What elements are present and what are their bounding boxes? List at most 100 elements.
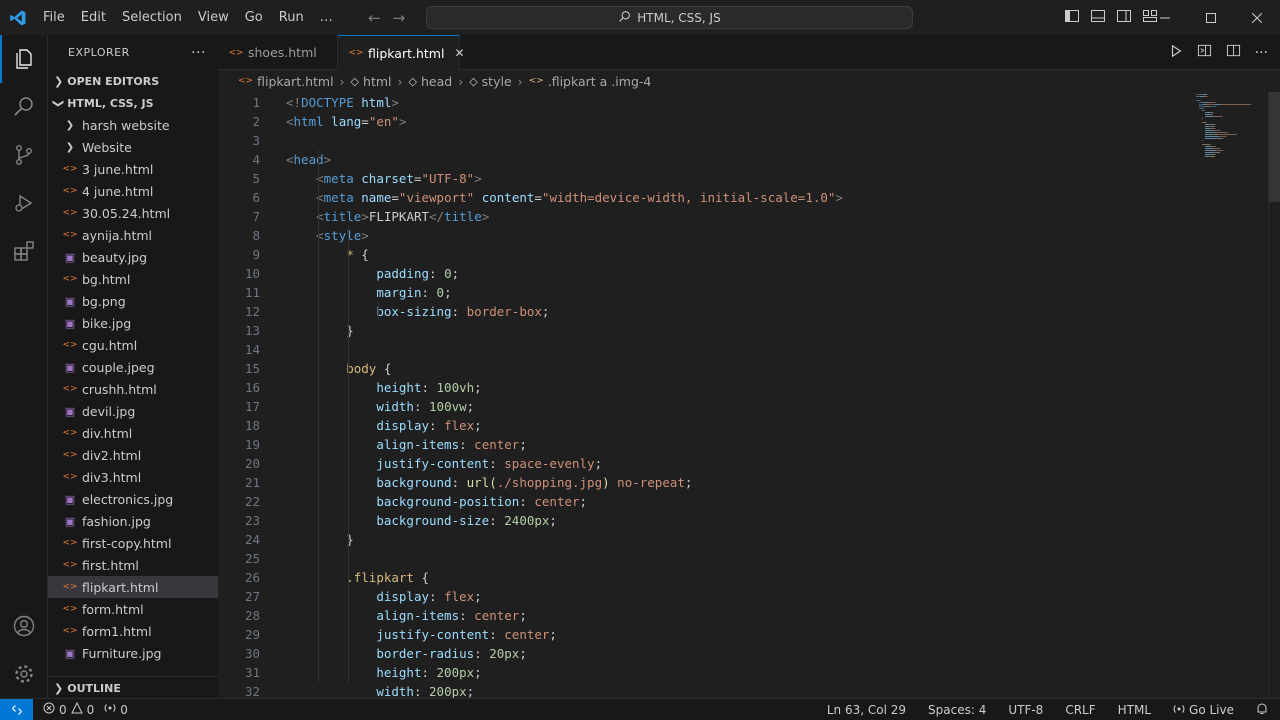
code-editor[interactable]: 1 <!DOCTYPE html> 2 <html lang="en"> 3 4 <head… — [218, 92, 1188, 699]
more-actions-icon[interactable]: ··· — [191, 45, 206, 61]
file-encoding[interactable]: UTF-8 — [1008, 703, 1043, 717]
code-token: 200px — [436, 665, 475, 680]
code-text: box-sizing: border-box; — [286, 302, 549, 321]
scrollbar-thumb[interactable] — [1269, 92, 1280, 202]
breadcrumb-item[interactable]: flipkart.html — [257, 74, 333, 89]
menu-item[interactable]: File — [35, 0, 73, 35]
breadcrumb-item[interactable]: .flipkart a .img-4 — [548, 74, 652, 89]
file-item[interactable]: ▣ beauty.jpg — [48, 246, 218, 268]
file-item[interactable]: <> cgu.html — [48, 334, 218, 356]
indent-guide — [378, 302, 379, 321]
code-token: padding — [376, 266, 429, 281]
explorer-icon[interactable] — [0, 35, 48, 83]
minimap-line — [1208, 126, 1211, 127]
close-tab-icon[interactable]: ✕ — [454, 46, 464, 60]
accounts-icon[interactable] — [0, 602, 48, 650]
chevron-right-icon: ❯ — [65, 119, 75, 131]
file-item[interactable]: <> form1.html — [48, 620, 218, 642]
breadcrumb-item[interactable]: style — [482, 74, 512, 89]
line-number: 16 — [244, 380, 260, 395]
menu-item[interactable]: Selection — [114, 0, 190, 35]
file-item[interactable]: ▣ Furniture.jpg — [48, 642, 218, 664]
manage-gear-icon[interactable] — [0, 650, 48, 698]
minimap-line — [1205, 150, 1217, 151]
file-item[interactable]: <> div.html — [48, 422, 218, 444]
code-token: > — [361, 209, 369, 224]
tab-inactive[interactable]: <> shoes.html — [218, 35, 338, 70]
file-item[interactable]: <> first.html — [48, 554, 218, 576]
problems-indicator[interactable]: 0 0 — [43, 701, 94, 717]
go-live-button[interactable]: Go Live — [1173, 703, 1234, 718]
open-preview-icon[interactable] — [1197, 43, 1212, 62]
toggle-primary-sidebar-icon[interactable] — [1064, 8, 1080, 28]
code-token: : — [421, 665, 437, 680]
file-item[interactable]: <> flipkart.html — [48, 576, 218, 598]
command-center[interactable]: HTML, CSS, JS — [426, 6, 913, 29]
open-editors-section[interactable]: ❯ OPEN EDITORS — [48, 70, 218, 92]
file-item[interactable]: ▣ bike.jpg — [48, 312, 218, 334]
editor-scrollbar[interactable] — [1268, 92, 1280, 698]
code-line: 25 — [218, 549, 1188, 568]
menu-item[interactable]: … — [312, 0, 341, 35]
forward-arrow-icon[interactable]: → — [393, 9, 406, 27]
menu-item[interactable]: Go — [237, 0, 271, 35]
back-arrow-icon[interactable]: ← — [368, 9, 381, 27]
run-file-icon[interactable] — [1169, 44, 1183, 62]
indentation[interactable]: Spaces: 4 — [928, 703, 986, 717]
notifications-bell-icon[interactable] — [1256, 702, 1268, 718]
folder-item[interactable]: ❯ harsh website — [48, 114, 218, 136]
file-item[interactable]: <> first-copy.html — [48, 532, 218, 554]
line-endings[interactable]: CRLF — [1065, 703, 1095, 717]
restore-icon[interactable] — [1188, 0, 1234, 35]
toggle-panel-icon[interactable] — [1090, 8, 1106, 28]
outline-section[interactable]: ❯ OUTLINE — [48, 676, 218, 698]
menu-item[interactable]: Run — [271, 0, 312, 35]
file-item[interactable]: ▣ bg.png — [48, 290, 218, 312]
file-item[interactable]: <> bg.html — [48, 268, 218, 290]
file-item[interactable]: ▣ couple.jpeg — [48, 356, 218, 378]
menu-item[interactable]: Edit — [73, 0, 114, 35]
file-item[interactable]: ▣ electronics.jpg — [48, 488, 218, 510]
cursor-position[interactable]: Ln 63, Col 29 — [827, 703, 906, 717]
command-center-label: HTML, CSS, JS — [637, 10, 721, 25]
minimap-line — [1196, 100, 1200, 101]
file-item[interactable]: <> form.html — [48, 598, 218, 620]
minimap-line — [1211, 114, 1213, 115]
file-item[interactable]: ▣ fashion.jpg — [48, 510, 218, 532]
file-item[interactable]: <> 30.05.24.html — [48, 202, 218, 224]
source-control-icon[interactable] — [0, 131, 48, 179]
search-activity-icon[interactable] — [0, 83, 48, 131]
minimap[interactable] — [1188, 92, 1268, 698]
breadcrumb-item[interactable]: html — [363, 74, 391, 89]
minimize-icon[interactable] — [1142, 0, 1188, 35]
file-item[interactable]: <> 3 june.html — [48, 158, 218, 180]
file-item[interactable]: <> 4 june.html — [48, 180, 218, 202]
code-token: ; — [451, 266, 460, 281]
file-item[interactable]: <> div3.html — [48, 466, 218, 488]
breadcrumb-item[interactable]: head — [421, 74, 452, 89]
remote-indicator-icon[interactable] — [0, 698, 33, 720]
menu-item[interactable]: View — [190, 0, 237, 35]
file-item[interactable]: <> crushh.html — [48, 378, 218, 400]
file-item[interactable]: <> div2.html — [48, 444, 218, 466]
more-editor-actions-icon[interactable]: ··· — [1255, 45, 1268, 61]
minimap-line — [1209, 114, 1211, 115]
file-item[interactable]: <> aynija.html — [48, 224, 218, 246]
toggle-secondary-sidebar-icon[interactable] — [1116, 8, 1132, 28]
file-item[interactable]: ▣ devil.jpg — [48, 400, 218, 422]
code-text: height: 200px; — [286, 663, 481, 682]
workspace-section[interactable]: ❯ HTML, CSS, JS — [48, 92, 218, 114]
folder-item[interactable]: ❯ Website — [48, 136, 218, 158]
extensions-icon[interactable] — [0, 227, 48, 275]
ports-indicator[interactable]: 0 — [104, 702, 128, 717]
search-icon — [618, 10, 631, 26]
language-mode[interactable]: HTML — [1118, 703, 1151, 717]
minimap-line — [1210, 106, 1212, 107]
tab-active[interactable]: <> flipkart.html ✕ — [338, 35, 465, 70]
split-editor-icon[interactable] — [1226, 43, 1241, 62]
code-line: 17 width: 100vw; — [218, 397, 1188, 416]
run-debug-icon[interactable] — [0, 179, 48, 227]
close-window-icon[interactable] — [1234, 0, 1280, 35]
